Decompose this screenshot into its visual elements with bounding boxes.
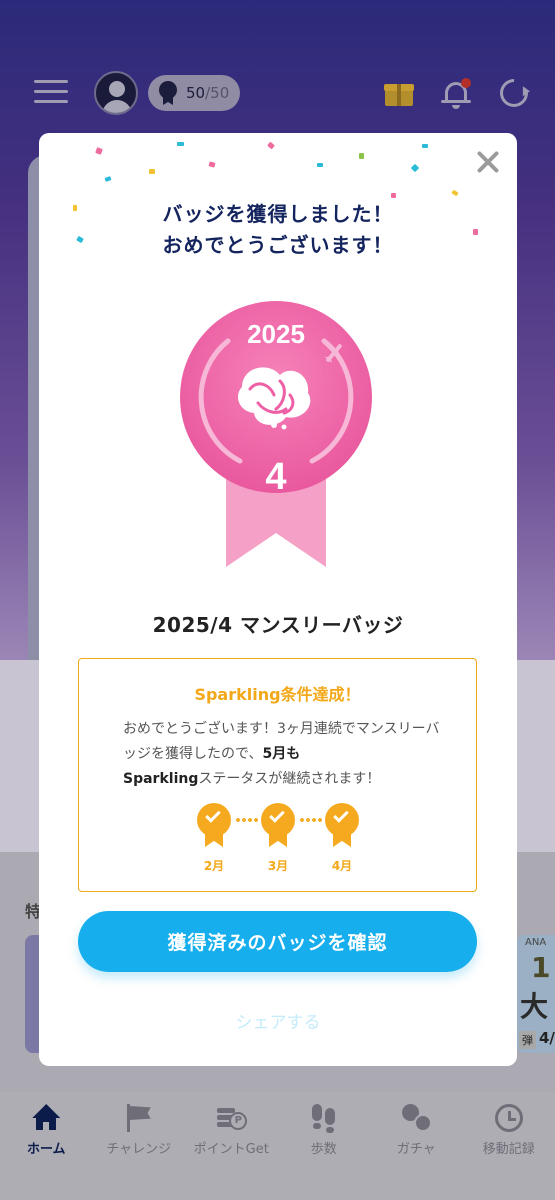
progress-dots (299, 818, 323, 822)
clock-icon (494, 1104, 523, 1132)
confetti (317, 163, 323, 167)
modal-title: バッジを獲得しました！ おめでとうございます！ (39, 199, 517, 261)
nav-challenge[interactable]: チャレンジ (93, 1092, 186, 1200)
badge-icon (158, 81, 178, 105)
avatar[interactable] (94, 71, 138, 115)
view-earned-badges-button[interactable]: 獲得済みのバッジを確認 (78, 911, 477, 972)
progress-dots (235, 818, 259, 822)
nav-label: ホーム (26, 1142, 66, 1157)
menu-icon[interactable] (34, 80, 68, 106)
medal-month: 4 (265, 456, 286, 498)
nav-label: ガチャ (396, 1142, 436, 1157)
confetti (104, 176, 112, 182)
confetti (149, 169, 155, 174)
close-button[interactable] (475, 149, 501, 175)
home-icon (32, 1104, 61, 1132)
nav-label: ポイントGet (193, 1142, 269, 1157)
confetti (391, 193, 396, 198)
gift-icon[interactable] (384, 80, 414, 106)
confetti (95, 147, 103, 155)
confetti (267, 141, 275, 150)
confetti (410, 163, 420, 173)
month-progress: 2月 3月 4月 (196, 803, 366, 875)
nav-gacha[interactable]: ガチャ (370, 1092, 463, 1200)
confetti (451, 189, 459, 197)
medal-year: 2025 (247, 319, 305, 349)
points-icon: P (217, 1104, 248, 1132)
nav-label: チャレンジ (106, 1142, 172, 1157)
modal-title-line2: おめでとうございます！ (162, 233, 394, 257)
month-label: 3月 (267, 859, 289, 873)
month-check-badge: 2月 (196, 803, 232, 875)
confetti (422, 144, 428, 148)
top-bar: 50/50 (0, 66, 555, 122)
modal-title-line1: バッジを獲得しました！ (162, 202, 394, 226)
bottom-navigation: ホーム チャレンジ P ポイントGet 歩数 ガチャ 移動記録 (0, 1092, 555, 1200)
badge-count-total: /50 (205, 84, 230, 102)
refresh-icon[interactable] (494, 73, 534, 113)
confetti (208, 161, 216, 168)
badge-counter[interactable]: 50/50 (148, 75, 240, 111)
nav-label: 移動記録 (482, 1142, 535, 1157)
confetti (359, 153, 364, 159)
nav-steps[interactable]: 歩数 (278, 1092, 371, 1200)
flag-icon (125, 1104, 153, 1132)
sparkling-description: おめでとうございます！3ヶ月連続でマンスリーバッジを獲得したので、5月も Spar… (123, 721, 440, 787)
badge-count-value: 50 (186, 84, 206, 102)
sparkling-title: Sparkling条件達成！ (194, 685, 361, 704)
confetti (177, 142, 184, 146)
share-button[interactable]: シェアする (39, 1008, 517, 1033)
month-label: 4月 (331, 859, 353, 873)
month-label: 2月 (203, 859, 225, 873)
footsteps-icon (310, 1104, 338, 1133)
nav-travel-log[interactable]: 移動記録 (463, 1092, 555, 1200)
monthly-badge-medal: 2025 4 (180, 301, 372, 567)
badge-earned-modal: バッジを獲得しました！ おめでとうございます！ 2025 4 2025/4 マン… (39, 133, 517, 1066)
feature-card-right[interactable]: ANA 1 大 弾 4/ (517, 935, 555, 1053)
gacha-icon (402, 1104, 433, 1132)
nav-label: 歩数 (310, 1142, 337, 1157)
badge-name: 2025/4 マンスリーバッジ (152, 613, 404, 637)
month-check-badge: 3月 (260, 803, 296, 875)
notification-dot (461, 78, 471, 88)
nav-home[interactable]: ホーム (0, 1092, 93, 1200)
month-check-badge: 4月 (324, 803, 360, 875)
sparkling-info-box: Sparkling条件達成！ おめでとうございます！3ヶ月連続でマンスリーバッジ… (78, 658, 477, 892)
notification-bell-icon[interactable] (441, 78, 471, 110)
nav-points[interactable]: P ポイントGet (185, 1092, 278, 1200)
